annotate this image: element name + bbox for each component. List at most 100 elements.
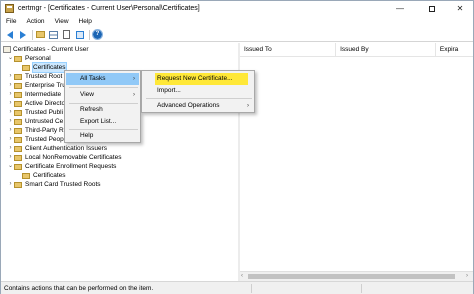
tree-node-smart-card-roots[interactable]: › Smart Card Trusted Roots (7, 180, 101, 189)
export-list-button[interactable] (74, 29, 85, 40)
menu-file[interactable]: File (1, 16, 21, 28)
context-menu: All Tasks › View › Refresh Export List..… (64, 70, 141, 143)
status-bar: Contains actions that can be performed o… (1, 281, 473, 294)
folder-icon (14, 55, 22, 62)
tree-node-trusted-publishers[interactable]: › Trusted Publi (7, 108, 64, 117)
scroll-right-icon[interactable]: › (466, 273, 468, 279)
menu-view[interactable]: View (50, 16, 74, 28)
expand-chevron-icon[interactable]: › (7, 135, 14, 144)
tree-node-personal-certificates[interactable]: Certificates (22, 62, 67, 73)
collapse-chevron-icon[interactable]: ⌄ (7, 54, 14, 63)
close-button[interactable]: ✕ (447, 1, 473, 16)
expand-chevron-icon[interactable]: › (7, 108, 14, 117)
submenu-arrow-icon: › (247, 103, 249, 109)
expand-chevron-icon[interactable]: › (7, 117, 14, 126)
properties-icon (63, 30, 70, 39)
all-tasks-submenu: Request New Certificate... Import... Adv… (141, 70, 255, 113)
tree-node-trusted-root[interactable]: › Trusted Root (7, 72, 63, 81)
scroll-left-icon[interactable]: ‹ (241, 273, 243, 279)
certmgr-window: certmgr - [Certificates - Current User\P… (0, 0, 474, 294)
expand-chevron-icon[interactable]: › (7, 72, 14, 81)
back-button[interactable] (4, 29, 15, 40)
certmgr-app-icon[interactable] (5, 4, 14, 13)
folder-icon (22, 172, 30, 179)
expand-chevron-icon[interactable]: › (7, 90, 14, 99)
context-item-label: Help (80, 132, 94, 139)
tree-node-intermediate[interactable]: › Intermediate (7, 90, 62, 99)
expand-chevron-icon[interactable]: › (7, 153, 14, 162)
tree-node-personal[interactable]: ⌄ Personal (7, 54, 51, 63)
submenu-item-label: Import... (157, 87, 181, 94)
back-arrow-icon (6, 30, 13, 39)
folder-icon (14, 73, 22, 80)
menu-separator (69, 87, 138, 88)
folder-icon (14, 82, 22, 89)
tree-node-trusted-people[interactable]: › Trusted People (7, 135, 69, 144)
folder-icon (22, 64, 30, 71)
scrollbar-thumb[interactable] (248, 274, 455, 279)
column-header-expiration[interactable]: Expira (436, 43, 473, 57)
expand-chevron-icon[interactable]: › (7, 99, 14, 108)
forward-button[interactable] (17, 29, 28, 40)
context-item-view[interactable]: View › (66, 89, 139, 101)
context-item-label: Export List... (80, 118, 117, 125)
tree-node-local-nonremovable[interactable]: › Local NonRemovable Certificates (7, 153, 122, 162)
menu-bar: File Action View Help (1, 16, 473, 28)
submenu-item-label: Request New Certificate... (157, 75, 233, 82)
up-one-level-button[interactable] (35, 29, 46, 40)
horizontal-scrollbar[interactable]: ‹ › (240, 271, 473, 281)
tree-node-enterprise-trust[interactable]: › Enterprise Tru (7, 81, 66, 90)
tree-node-active-directory[interactable]: › Active Directo (7, 99, 66, 108)
certificate-store-icon (3, 46, 11, 53)
maximize-button[interactable] (419, 1, 445, 16)
maximize-icon (429, 5, 435, 12)
tree-node-enrollment-certificates[interactable]: Certificates (22, 171, 66, 180)
toolbar: ? (1, 28, 473, 42)
context-item-all-tasks[interactable]: All Tasks › (66, 73, 139, 85)
status-divider (251, 284, 252, 293)
toolbar-separator (89, 29, 90, 40)
folder-icon (14, 181, 22, 188)
context-item-help[interactable]: Help (66, 130, 139, 142)
minimize-button[interactable]: — (387, 1, 413, 16)
context-item-export-list[interactable]: Export List... (66, 116, 139, 128)
show-hide-tree-button[interactable] (48, 29, 59, 40)
context-item-label: View (80, 91, 94, 98)
tree-node-root[interactable]: Certificates - Current User (3, 45, 89, 54)
collapse-chevron-icon[interactable]: ⌄ (7, 162, 14, 171)
expand-chevron-icon[interactable]: › (7, 180, 14, 189)
submenu-arrow-icon: › (133, 92, 135, 98)
folder-icon (14, 145, 22, 152)
expand-chevron-icon[interactable]: › (7, 144, 14, 153)
details-view-icon (49, 30, 58, 39)
forward-arrow-icon (19, 30, 26, 39)
toolbar-separator (32, 29, 33, 40)
submenu-arrow-icon: › (133, 76, 135, 82)
folder-icon (14, 91, 22, 98)
menu-action[interactable]: Action (21, 16, 49, 28)
submenu-item-request-new-certificate[interactable]: Request New Certificate... (155, 73, 248, 85)
status-text: Contains actions that can be performed o… (4, 285, 154, 292)
context-item-label: All Tasks (80, 75, 106, 82)
title-bar: certmgr - [Certificates - Current User\P… (1, 1, 473, 16)
tree-node-enrollment-requests[interactable]: ⌄ Certificate Enrollment Requests (7, 162, 116, 171)
tree-node-untrusted-certificates[interactable]: › Untrusted Ce (7, 117, 64, 126)
tree-node-third-party-root[interactable]: › Third-Party R (7, 126, 64, 135)
help-icon: ? (92, 29, 103, 40)
tree-node-client-authentication-issuers[interactable]: › Client Authentication Issuers (7, 144, 108, 153)
export-icon (75, 30, 84, 39)
column-header-issued-by[interactable]: Issued By (336, 43, 436, 57)
properties-button[interactable] (61, 29, 72, 40)
expand-chevron-icon[interactable]: › (7, 81, 14, 90)
menu-help[interactable]: Help (74, 16, 97, 28)
submenu-item-import[interactable]: Import... (143, 85, 253, 97)
folder-icon (36, 31, 45, 38)
expand-chevron-icon[interactable]: › (7, 126, 14, 135)
submenu-item-advanced-operations[interactable]: Advanced Operations › (143, 100, 253, 112)
column-header-issued-to[interactable]: Issued To (240, 43, 337, 57)
context-item-label: Refresh (80, 106, 103, 113)
context-item-refresh[interactable]: Refresh (66, 104, 139, 116)
help-button[interactable]: ? (92, 29, 103, 40)
folder-icon (14, 127, 22, 134)
list-header: Issued To Issued By Expira (240, 43, 473, 57)
